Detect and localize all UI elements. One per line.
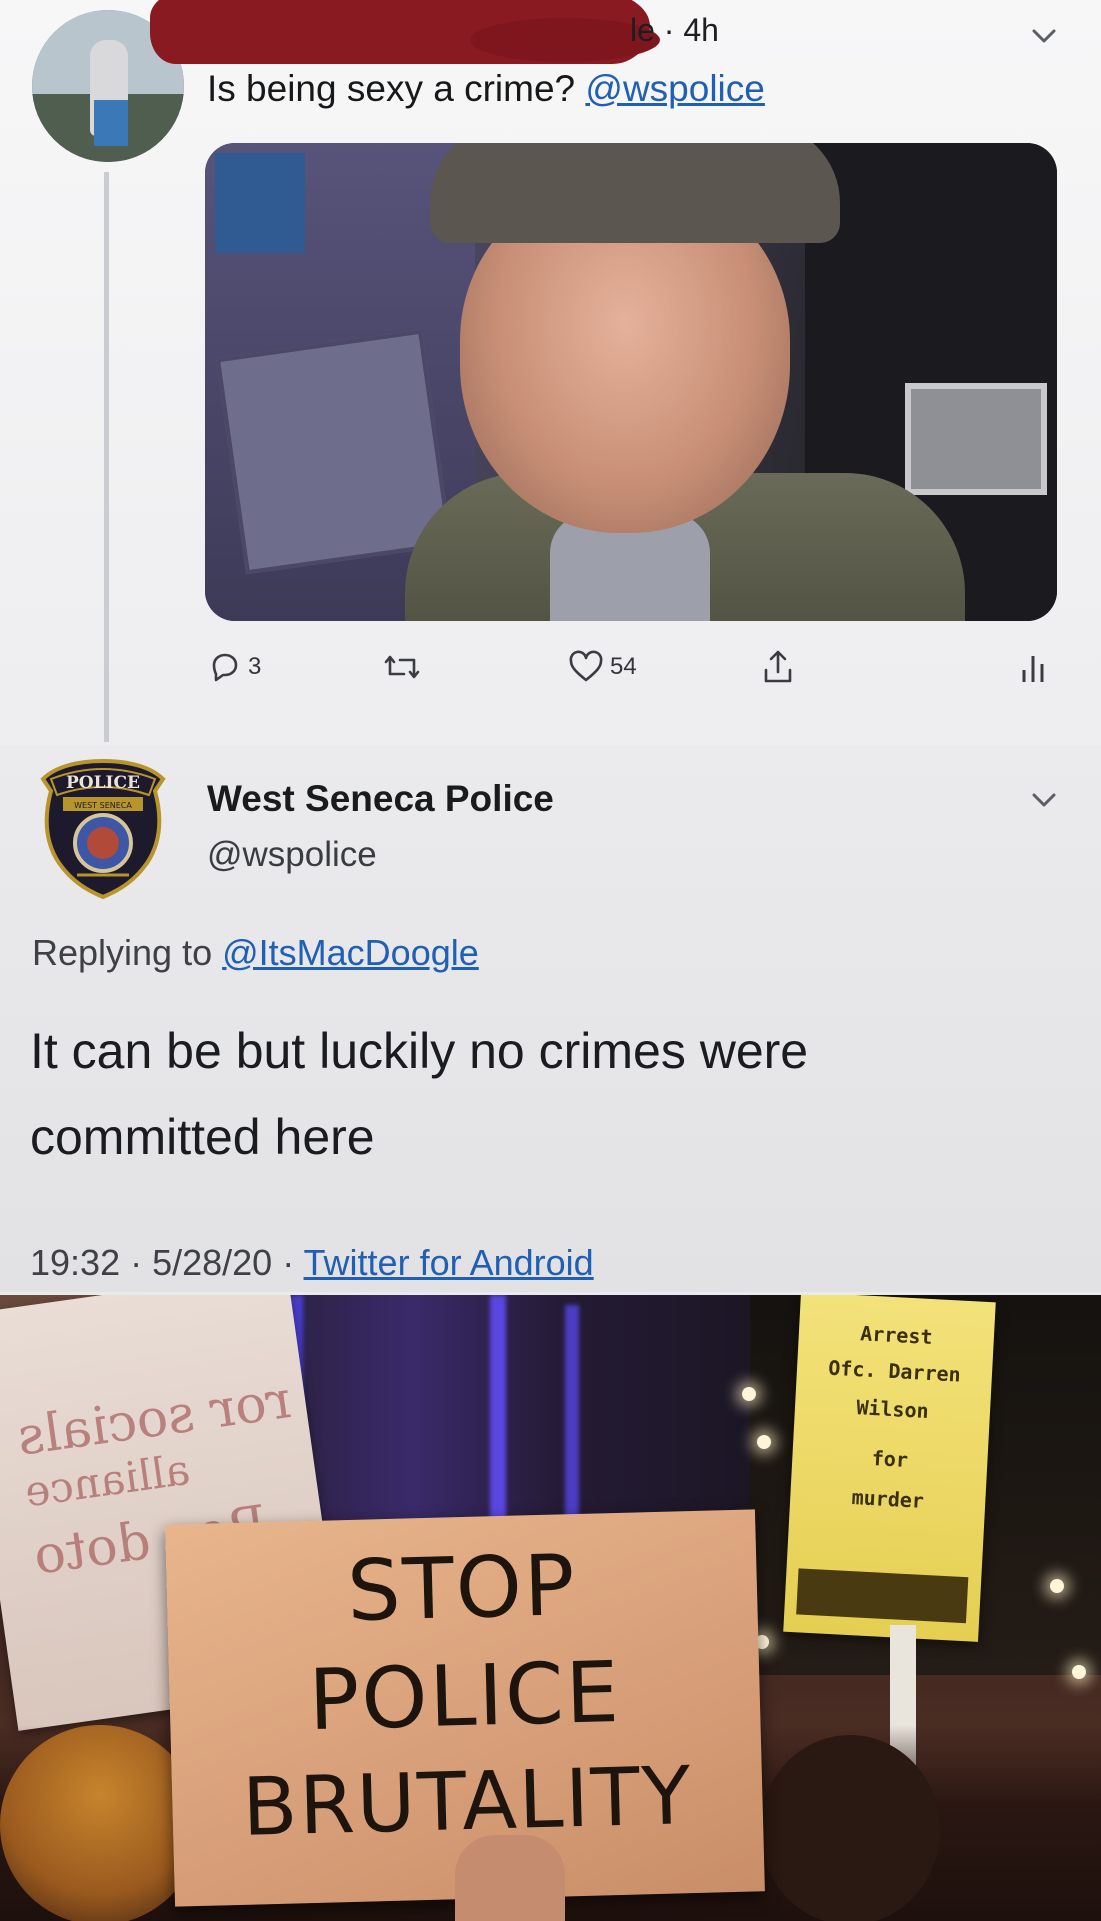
reply-meta: 19:32 · 5/28/20 · Twitter for Android [30, 1242, 594, 1284]
analytics-button[interactable] [1018, 652, 1048, 686]
tweet-time: · 4h [663, 12, 719, 48]
retweet-button[interactable] [382, 650, 422, 684]
mention-link[interactable]: @wspolice [585, 68, 764, 109]
replying-to-line: Replying to @ItsMacDoogle [32, 932, 479, 973]
replying-to-link[interactable]: @ItsMacDoogle [222, 932, 479, 973]
thread-connector-line [104, 172, 109, 742]
chevron-down-icon[interactable] [1030, 22, 1058, 50]
share-button[interactable] [762, 648, 794, 686]
reply-author-handle[interactable]: @wspolice [207, 835, 377, 875]
reply-count: 3 [248, 653, 262, 680]
reply-icon [212, 653, 238, 682]
like-button[interactable]: 54 [568, 650, 637, 684]
protester-head [0, 1725, 200, 1921]
reply-button[interactable]: 3 [208, 650, 261, 684]
police-badge-avatar[interactable]: POLICE WEST SENECA [37, 757, 169, 899]
protester-head [760, 1735, 940, 1921]
reply-source-link[interactable]: Twitter for Android [304, 1242, 594, 1283]
reply-text: It can be but luckily no crimes were com… [30, 1023, 809, 1165]
reply-author-name[interactable]: West Seneca Police [207, 778, 554, 820]
like-count: 54 [610, 653, 637, 680]
chevron-down-icon[interactable] [1030, 786, 1058, 814]
screenshot: le · 4h Is being sexy a crime? @wspolice… [0, 0, 1101, 1921]
retweet-icon [384, 655, 420, 679]
reply-timestamp: 19:32 · 5/28/20 · [30, 1242, 295, 1283]
yellow-protest-sign: Arrest Ofc. Darren Wilson for murder [783, 1295, 996, 1642]
author-name-fragment: le · 4h [630, 12, 719, 48]
share-icon [764, 650, 792, 683]
tweet-photo[interactable] [205, 143, 1057, 621]
hand [455, 1835, 565, 1921]
tweet-text: Is being sexy a crime? @wspolice [207, 68, 765, 109]
protest-photo: ror socials alliance Rea doto Arrest Ofc… [0, 1295, 1101, 1921]
like-icon [569, 650, 603, 682]
badge-subtext: WEST SENECA [74, 801, 132, 810]
analytics-icon [1022, 656, 1044, 682]
badge-text: POLICE [66, 773, 140, 793]
